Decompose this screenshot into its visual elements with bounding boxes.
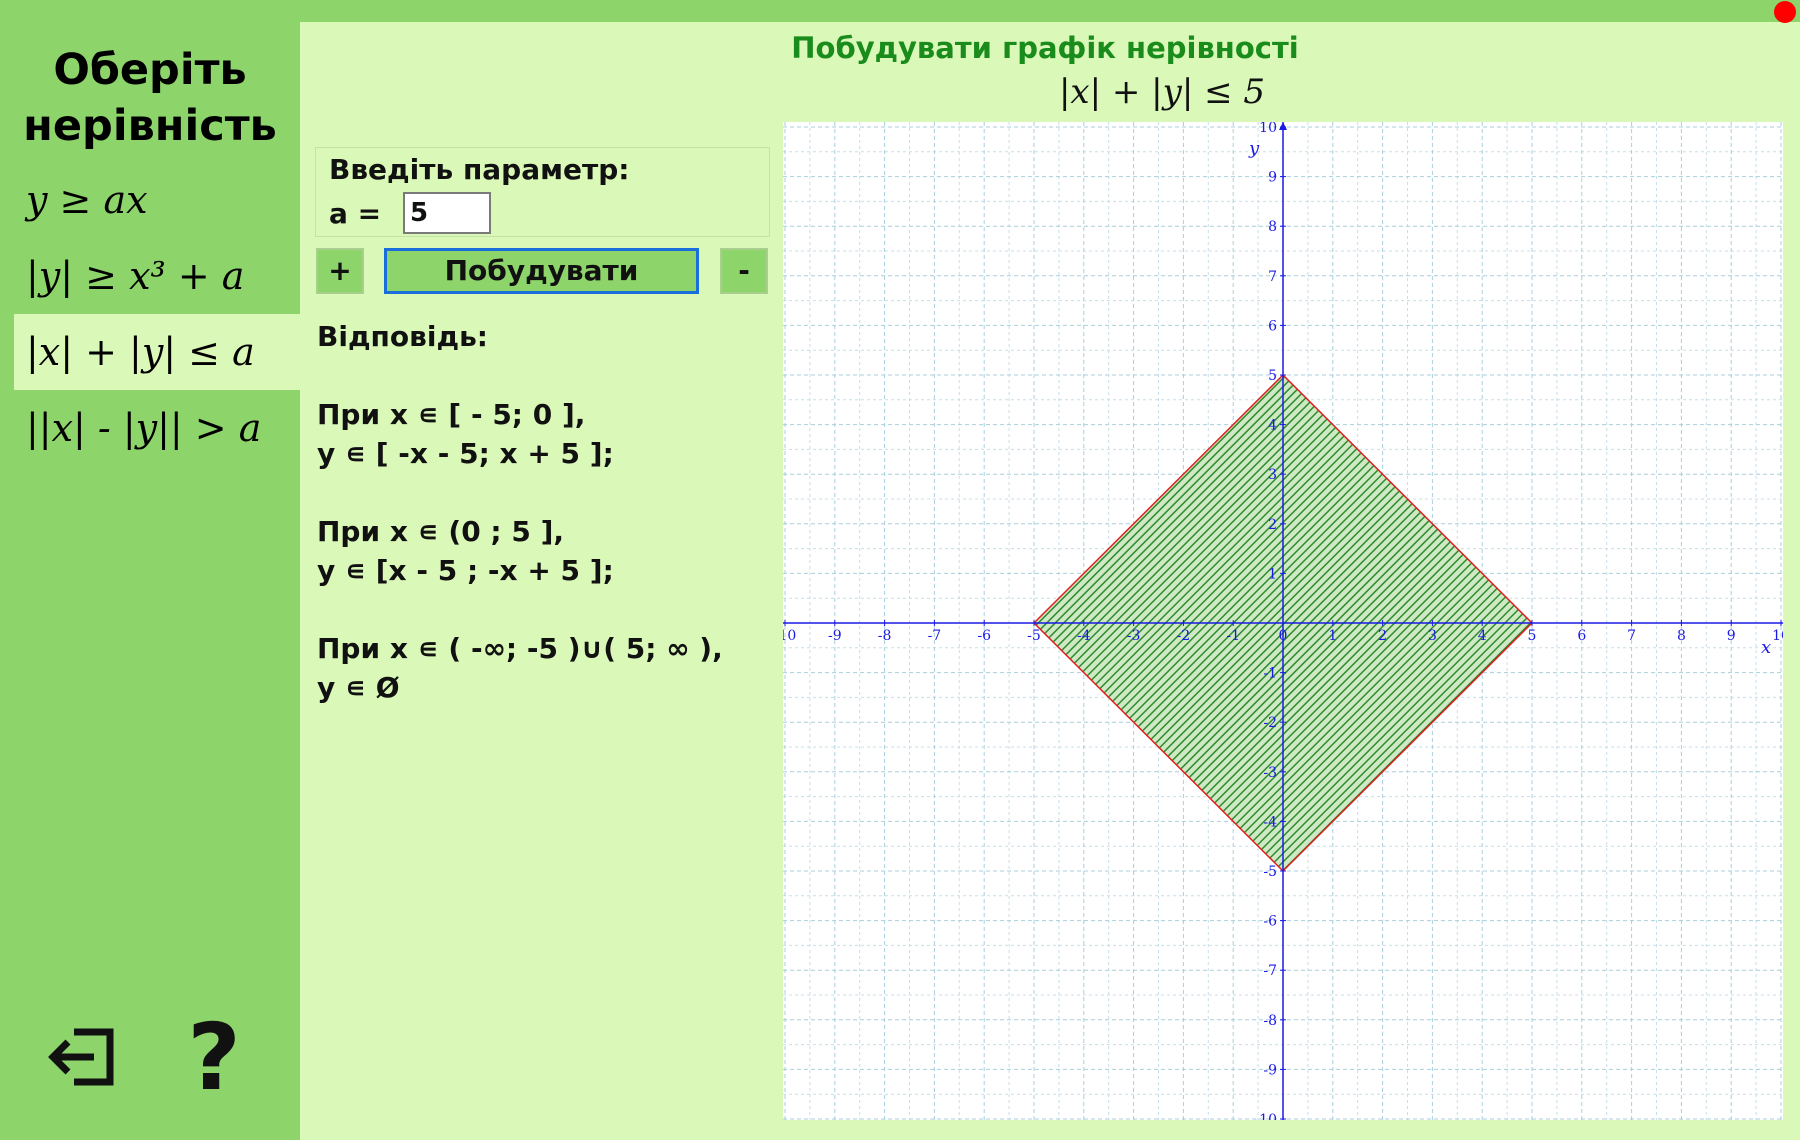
x-tick-label: -7 bbox=[928, 628, 942, 644]
inequality-item-abs-diff[interactable]: ||x| - |y|| > a bbox=[14, 390, 300, 466]
x-tick-label: 7 bbox=[1627, 628, 1636, 644]
y-tick-label: -3 bbox=[1263, 765, 1277, 781]
x-tick-label: -10 bbox=[783, 628, 796, 644]
y-tick-label: -10 bbox=[1254, 1112, 1277, 1120]
build-button[interactable]: Побудувати bbox=[384, 248, 699, 294]
x-axis-label: x bbox=[1761, 637, 1771, 658]
answer-heading: Відповідь: bbox=[317, 320, 488, 353]
inequality-item-linear[interactable]: y ≥ ax bbox=[14, 162, 300, 238]
y-tick-label: -8 bbox=[1263, 1013, 1277, 1029]
x-tick-label: 1 bbox=[1328, 628, 1337, 644]
x-tick-label: 3 bbox=[1428, 628, 1437, 644]
answer-case-2: При x ∊ (0 ; 5 ], y ∊ [x - 5 ; -x + 5 ]; bbox=[317, 512, 723, 590]
x-tick-label: -2 bbox=[1177, 628, 1191, 644]
sidebar-title: Оберіть нерівність bbox=[0, 42, 300, 154]
y-tick-label: -2 bbox=[1263, 715, 1277, 731]
answer-case-1-line1: При x ∊ [ - 5; 0 ], bbox=[317, 398, 586, 431]
y-tick-label: -4 bbox=[1263, 814, 1277, 830]
y-tick-label: -5 bbox=[1263, 864, 1277, 880]
x-tick-label: 6 bbox=[1577, 628, 1586, 644]
x-tick-label: -4 bbox=[1077, 628, 1091, 644]
y-tick-label: 1 bbox=[1268, 566, 1277, 582]
y-tick-label: 3 bbox=[1268, 467, 1277, 483]
graph-title: |x| + |y| ≤ 5 bbox=[1058, 72, 1266, 112]
answer-case-1: При x ∊ [ - 5; 0 ], y ∊ [ -x - 5; x + 5 … bbox=[317, 395, 723, 473]
inequality-item-abs-sum[interactable]: |x| + |y| ≤ a bbox=[14, 314, 300, 390]
help-button[interactable]: ? bbox=[184, 1008, 244, 1108]
sidebar: Оберіть нерівність y ≥ ax |y| ≥ x³ + a |… bbox=[0, 0, 300, 1140]
y-tick-label: -7 bbox=[1263, 963, 1277, 979]
status-dot bbox=[1774, 1, 1796, 23]
exit-button[interactable] bbox=[48, 1020, 122, 1094]
parameter-group: Введіть параметр: a = bbox=[315, 147, 770, 237]
y-tick-label: 9 bbox=[1268, 170, 1277, 186]
answer-case-3-line2: y ∊ Ø bbox=[317, 671, 400, 704]
x-tick-label: 4 bbox=[1478, 628, 1487, 644]
y-tick-label: 5 bbox=[1268, 368, 1277, 384]
answer-case-3: При x ∊ ( -∞; -5 )∪( 5; ∞ ), y ∊ Ø bbox=[317, 629, 723, 707]
x-tick-label: -6 bbox=[977, 628, 991, 644]
page-title: Побудувати графік нерівності bbox=[791, 31, 1299, 65]
sidebar-title-line2: нерівність bbox=[23, 101, 277, 151]
x-tick-label: 10 bbox=[1772, 628, 1783, 644]
answer-case-1-line2: y ∊ [ -x - 5; x + 5 ]; bbox=[317, 437, 614, 470]
inequality-graph: -10-9-8-7-6-5-4-3-2-1012345678910-10-9-8… bbox=[783, 122, 1783, 1120]
y-axis-label: y bbox=[1248, 138, 1260, 159]
y-tick-label: 6 bbox=[1268, 318, 1277, 334]
y-tick-label: 4 bbox=[1268, 418, 1277, 434]
sidebar-title-line1: Оберіть bbox=[53, 45, 247, 95]
y-tick-label: -1 bbox=[1263, 666, 1277, 682]
y-tick-label: 8 bbox=[1268, 219, 1277, 235]
y-tick-label: 10 bbox=[1259, 122, 1277, 136]
a-label: a = bbox=[329, 197, 382, 230]
x-tick-label: -8 bbox=[878, 628, 892, 644]
parameter-label: Введіть параметр: bbox=[329, 153, 630, 186]
minus-button[interactable]: - bbox=[720, 248, 768, 294]
answer-block: Відповідь: При x ∊ [ - 5; 0 ], y ∊ [ -x … bbox=[317, 317, 723, 707]
x-tick-label: -9 bbox=[828, 628, 842, 644]
inequality-item-cubic[interactable]: |y| ≥ x³ + a bbox=[14, 238, 300, 314]
x-tick-label: 9 bbox=[1727, 628, 1736, 644]
x-tick-label: 8 bbox=[1677, 628, 1686, 644]
y-tick-label: 2 bbox=[1268, 517, 1277, 533]
answer-case-3-line1: При x ∊ ( -∞; -5 )∪( 5; ∞ ), bbox=[317, 632, 723, 665]
x-tick-label: -5 bbox=[1027, 628, 1041, 644]
x-tick-label: 5 bbox=[1528, 628, 1537, 644]
y-tick-label: 7 bbox=[1268, 269, 1277, 285]
plus-button[interactable]: + bbox=[316, 248, 364, 294]
answer-case-2-line2: y ∊ [x - 5 ; -x + 5 ]; bbox=[317, 554, 614, 587]
exit-arrow-icon bbox=[48, 1028, 114, 1086]
y-tick-label: -9 bbox=[1263, 1062, 1277, 1078]
answer-case-2-line1: При x ∊ (0 ; 5 ], bbox=[317, 515, 565, 548]
x-tick-label: -3 bbox=[1127, 628, 1141, 644]
x-tick-label: 0 bbox=[1279, 628, 1288, 644]
y-tick-label: -6 bbox=[1263, 914, 1277, 930]
a-input[interactable] bbox=[403, 192, 491, 234]
x-tick-label: 2 bbox=[1378, 628, 1387, 644]
x-tick-label: -1 bbox=[1226, 628, 1240, 644]
